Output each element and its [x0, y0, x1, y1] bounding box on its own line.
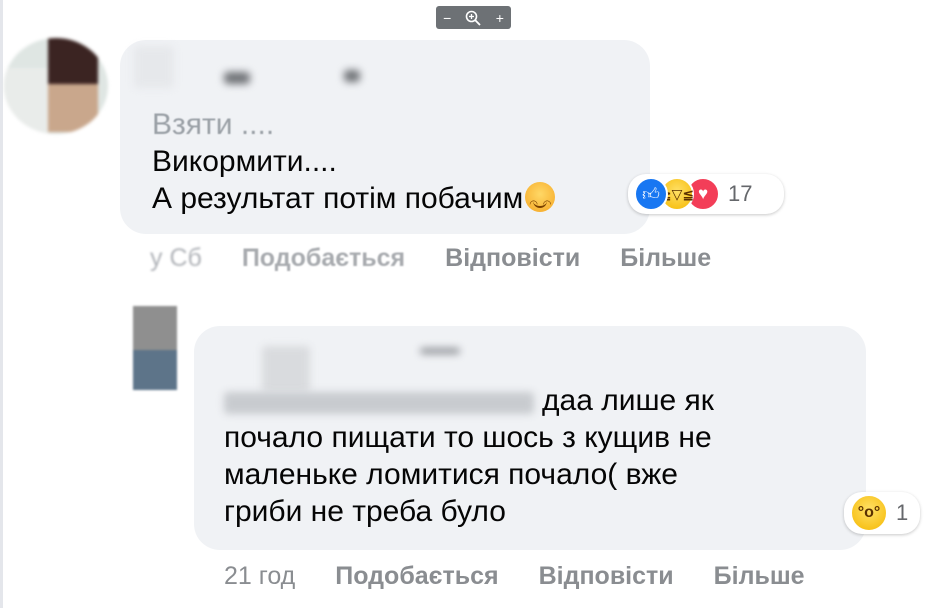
- comment-text: Взяти .... Викормити.... А результат пот…: [152, 106, 556, 223]
- author-name-blurred[interactable]: [134, 46, 174, 88]
- zoom-control: − +: [436, 6, 511, 29]
- comment-line: даа лише як: [542, 384, 714, 417]
- reply-button[interactable]: Відповісти: [445, 244, 580, 273]
- comment-line: А результат потім побачим: [152, 180, 556, 223]
- like-button[interactable]: Подобається: [242, 244, 405, 273]
- left-border: [0, 0, 3, 608]
- zoom-out-button[interactable]: −: [443, 10, 451, 26]
- comment-text: даа лише як почало пищати то шось з кущи…: [224, 382, 714, 530]
- comment-line: гриби не треба було: [224, 495, 506, 528]
- wow-icon: °o°: [850, 494, 888, 532]
- reaction-count: 1: [896, 500, 909, 525]
- timestamp[interactable]: у Сб: [150, 244, 202, 273]
- zoom-in-icon[interactable]: [465, 10, 482, 26]
- avatar[interactable]: [4, 38, 108, 134]
- author-name-blurred: [420, 348, 460, 354]
- timestamp[interactable]: 21 год: [224, 562, 295, 591]
- comment-actions: у Сб Подобається Відповісти Більше: [150, 244, 711, 273]
- author-name-blurred: [224, 72, 250, 84]
- reactions-summary[interactable]: °o° 1: [844, 492, 920, 534]
- author-name-blurred: [344, 70, 360, 82]
- comment-line: маленьке ломитися почало( вже: [224, 458, 678, 491]
- comment-line: почало пищати то шось з кущив не: [224, 421, 712, 454]
- comment-line: Викормити....: [152, 145, 337, 178]
- reply-button[interactable]: Відповісти: [539, 562, 674, 591]
- more-button[interactable]: Більше: [620, 244, 711, 273]
- reaction-count: 17: [728, 181, 753, 206]
- reactions-summary[interactable]: 👍︎ ≧▽≦ ♥ 17: [628, 174, 784, 214]
- smiling-face-icon: [525, 182, 556, 223]
- like-button[interactable]: Подобається: [335, 562, 498, 591]
- like-icon: 👍︎: [634, 177, 668, 211]
- more-button[interactable]: Більше: [714, 562, 805, 591]
- comment-line: Взяти ....: [152, 108, 275, 141]
- comment-actions: 21 год Подобається Відповісти Більше: [224, 562, 805, 591]
- avatar[interactable]: [133, 306, 177, 390]
- zoom-plus-button[interactable]: +: [496, 10, 504, 26]
